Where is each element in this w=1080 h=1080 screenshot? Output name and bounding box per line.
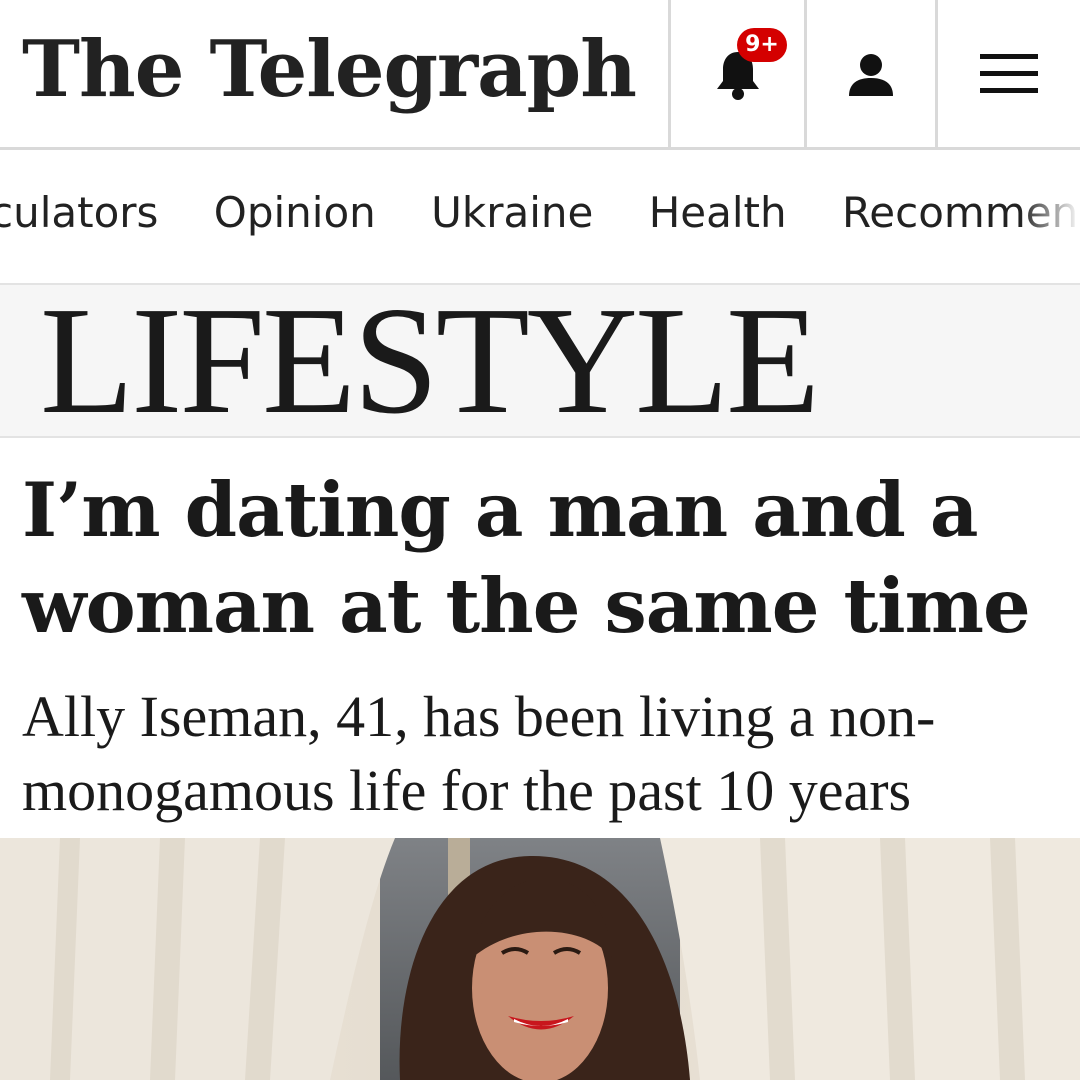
section-nav: culators Opinion Ukraine Health Recommen… bbox=[0, 150, 1080, 285]
notification-count-badge: 9+ bbox=[737, 28, 787, 62]
nav-item-health[interactable]: Health bbox=[649, 188, 787, 237]
hero-photo bbox=[0, 838, 1080, 1080]
section-title[interactable]: LIFESTYLE bbox=[40, 284, 820, 438]
section-banner: LIFESTYLE bbox=[0, 284, 1080, 438]
standfirst-line-1: Ally Iseman, 41, has been living a non- bbox=[22, 684, 936, 749]
nav-item-opinion[interactable]: Opinion bbox=[214, 188, 376, 237]
site-header: The Telegraph 9+ bbox=[0, 0, 1080, 150]
menu-button[interactable] bbox=[935, 0, 1080, 148]
telegraph-logo[interactable]: The Telegraph bbox=[22, 22, 637, 118]
account-button[interactable] bbox=[804, 0, 935, 148]
headline-line-1: I’m dating a man and a bbox=[22, 466, 979, 554]
nav-item-calculators[interactable]: culators bbox=[0, 188, 158, 237]
article-hero-image[interactable] bbox=[0, 838, 1080, 1080]
notifications-button[interactable] bbox=[668, 0, 804, 148]
account-icon bbox=[849, 54, 893, 96]
article-headline: I’m dating a man and a woman at the same… bbox=[22, 462, 1062, 654]
standfirst-line-2: monogamous life for the past 10 years bbox=[22, 758, 912, 823]
nav-item-ukraine[interactable]: Ukraine bbox=[431, 188, 593, 237]
nav-scroll-fade bbox=[1020, 150, 1080, 283]
article-standfirst: Ally Iseman, 41, has been living a non- … bbox=[22, 680, 1072, 828]
hamburger-menu-icon bbox=[980, 54, 1038, 93]
headline-line-2: woman at the same time bbox=[22, 562, 1031, 650]
